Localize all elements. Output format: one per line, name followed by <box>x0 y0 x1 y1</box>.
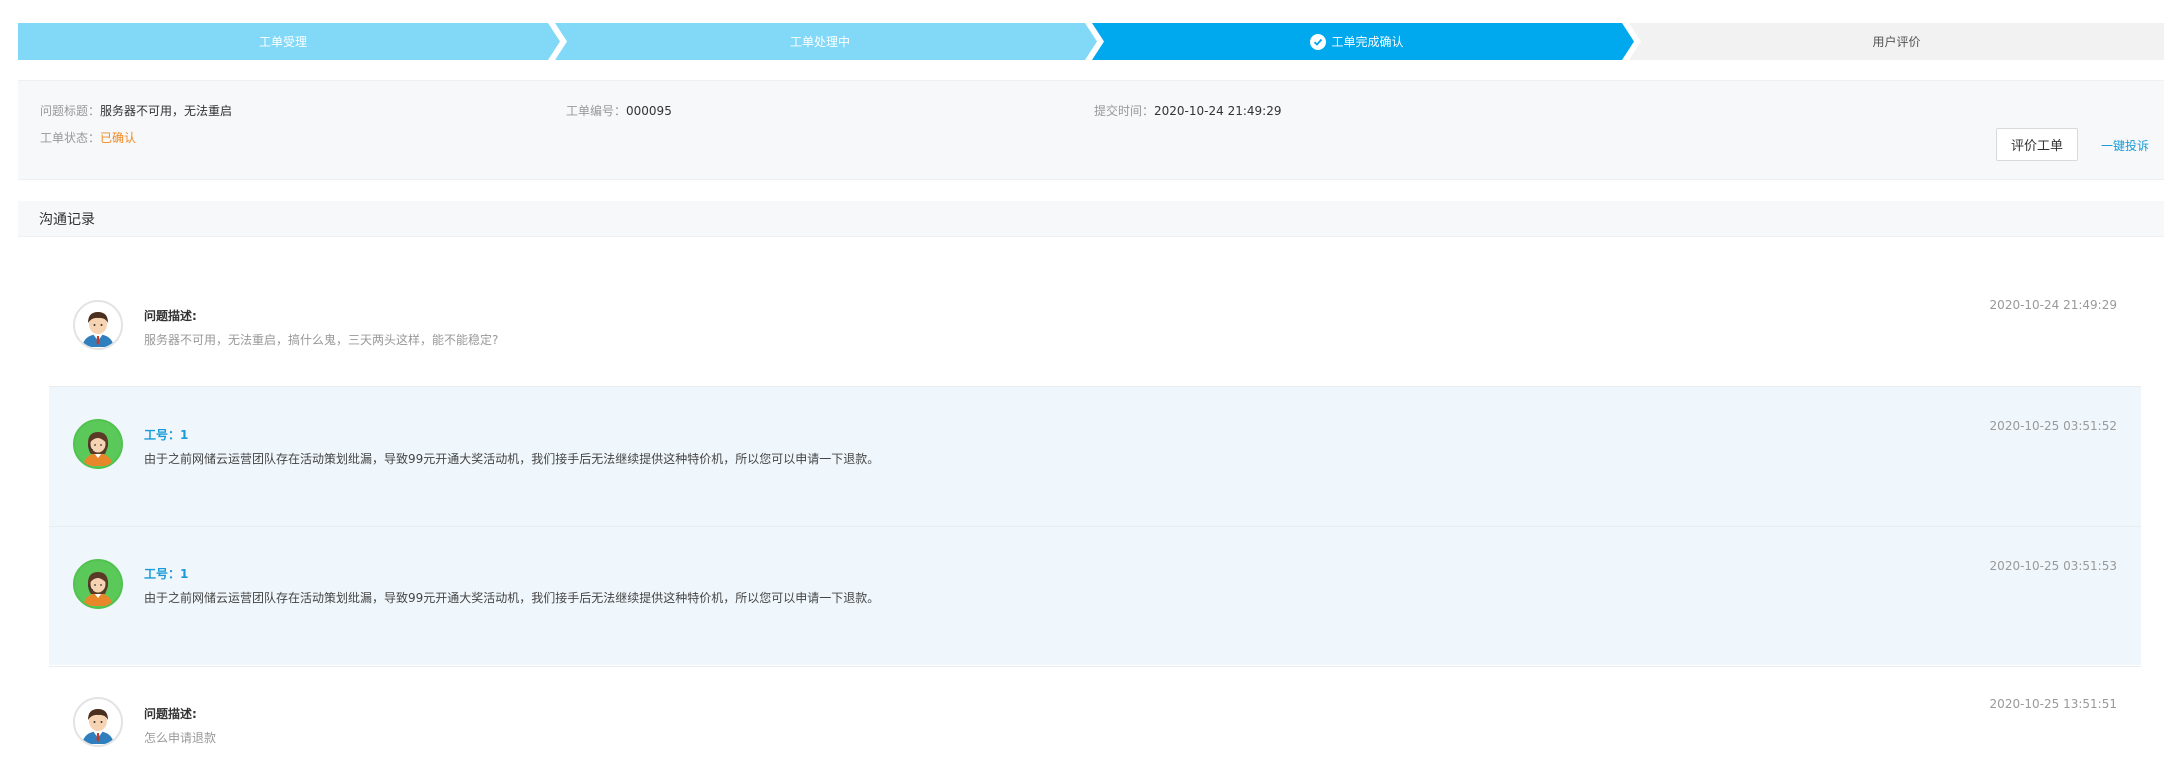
user-avatar <box>73 697 123 747</box>
record-time: 2020-10-25 03:51:53 <box>1989 559 2117 573</box>
ticket-status-key: 工单状态： <box>40 131 101 145</box>
step-label: 工单完成确认 <box>1331 35 1404 49</box>
communication-records-header: 沟通记录 <box>18 201 2164 237</box>
record-time: 2020-10-25 13:51:51 <box>1989 697 2117 711</box>
check-circle-icon <box>1310 33 1327 50</box>
agent-avatar <box>73 559 123 609</box>
submit-time-value: 2020-10-24 21:49:29 <box>1154 104 1282 118</box>
agent-avatar-icon <box>83 432 113 466</box>
user-avatar-icon <box>82 709 114 744</box>
record-title: 问题描述: <box>144 309 197 323</box>
agent-avatar-icon <box>83 572 113 606</box>
agent-avatar <box>73 419 123 469</box>
record-item: 工号：1 由于之前网储云运营团队存在活动策划纰漏，导致99元开通大奖活动机，我们… <box>49 386 2141 526</box>
step-label: 用户评价 <box>1872 35 1921 49</box>
record-title: 问题描述: <box>144 707 197 721</box>
step-label: 工单受理 <box>258 35 307 49</box>
step-label: 工单处理中 <box>789 35 850 49</box>
step-processing: 工单处理中 <box>555 23 1085 60</box>
record-time: 2020-10-25 03:51:52 <box>1989 419 2117 433</box>
record-text: 由于之前网储云运营团队存在活动策划纰漏，导致99元开通大奖活动机，我们接手后无法… <box>144 452 880 466</box>
record-item: 工号：1 由于之前网储云运营团队存在活动策划纰漏，导致99元开通大奖活动机，我们… <box>49 526 2141 665</box>
ticket-number-field: 工单编号：000095 <box>566 102 672 119</box>
ticket-title-field: 问题标题：服务器不可用，无法重启 <box>40 102 232 119</box>
record-item: 问题描述: 怎么申请退款 2020-10-25 13:51:51 <box>49 666 2141 760</box>
submit-time-field: 提交时间：2020-10-24 21:49:29 <box>1094 102 1281 119</box>
step-user-evaluation: 用户评价 <box>1629 23 2164 60</box>
ticket-number-value: 000095 <box>626 104 672 118</box>
record-item: 问题描述: 服务器不可用，无法重启，搞什么鬼，三天两头这样，能不能稳定? 202… <box>49 250 2141 386</box>
ticket-title-value: 服务器不可用，无法重启 <box>100 104 233 118</box>
ticket-title-key: 问题标题： <box>40 104 101 118</box>
user-avatar-icon <box>82 312 114 347</box>
ticket-status-field: 工单状态：已确认 <box>40 129 136 146</box>
record-time: 2020-10-24 21:49:29 <box>1989 298 2117 312</box>
ticket-status-value: 已确认 <box>100 131 137 145</box>
record-title: 工号：1 <box>144 428 189 442</box>
progress-steps: 工单受理 工单处理中 工单完成确认 用户评价 <box>18 23 2164 60</box>
ticket-number-key: 工单编号： <box>566 104 627 118</box>
record-text: 怎么申请退款 <box>144 731 217 745</box>
evaluate-ticket-button[interactable]: 评价工单 <box>1996 128 2078 161</box>
record-text: 服务器不可用，无法重启，搞什么鬼，三天两头这样，能不能稳定? <box>144 333 499 347</box>
step-confirm-complete: 工单完成确认 <box>1092 23 1622 60</box>
section-title: 沟通记录 <box>39 211 95 228</box>
ticket-info-panel: 问题标题：服务器不可用，无法重启 工单编号：000095 提交时间：2020-1… <box>18 80 2164 180</box>
user-avatar <box>73 300 123 350</box>
record-text: 由于之前网储云运营团队存在活动策划纰漏，导致99元开通大奖活动机，我们接手后无法… <box>144 591 880 605</box>
step-accepted: 工单受理 <box>18 23 548 60</box>
submit-time-key: 提交时间： <box>1094 104 1155 118</box>
one-click-complain-link[interactable]: 一键投诉 <box>2101 137 2149 154</box>
record-title: 工号：1 <box>144 567 189 581</box>
